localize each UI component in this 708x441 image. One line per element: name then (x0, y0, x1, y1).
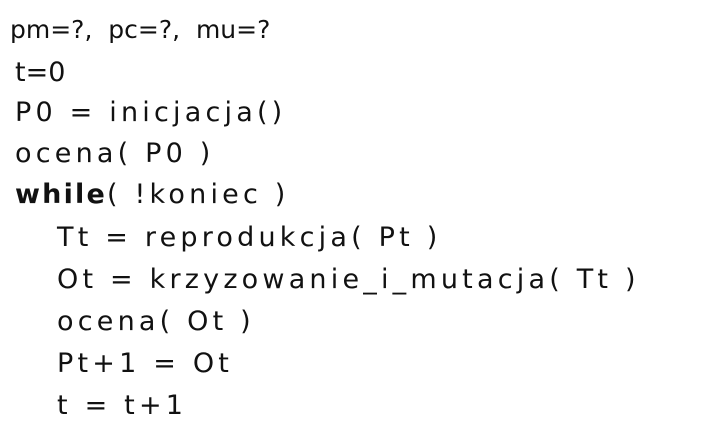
while-keyword: while (15, 179, 107, 210)
crossover-mutation-line: Ot = krzyzowanie_i_mutacja( Tt ) (57, 264, 640, 295)
evaluate-offspring-line: ocena( Ot ) (57, 306, 255, 337)
parameters-line: pm=?, pc=?, mu=? (10, 15, 271, 44)
increment-line: t = t+1 (57, 390, 188, 421)
time-init-line: t=0 (15, 57, 66, 88)
pseudocode-block: pm=?, pc=?, mu=? t=0 P0 = inicjacja() oc… (0, 0, 708, 441)
reproduction-line: Tt = reprodukcja( Pt ) (57, 222, 442, 253)
next-population-line: Pt+1 = Ot (57, 348, 234, 379)
evaluate-initial-line: ocena( P0 ) (15, 138, 215, 169)
while-condition: ( !koniec ) (107, 179, 290, 210)
while-loop-line: while( !koniec ) (15, 178, 290, 212)
population-init-line: P0 = inicjacja() (15, 97, 287, 128)
